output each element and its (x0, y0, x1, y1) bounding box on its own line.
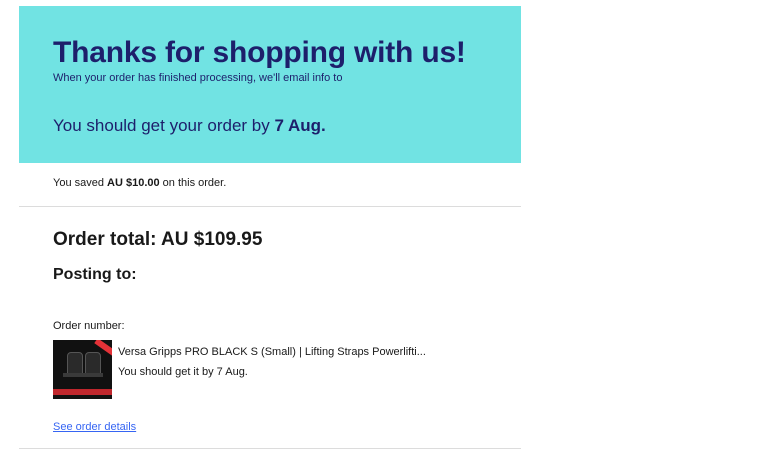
item-title[interactable]: Versa Gripps PRO BLACK S (Small) | Lifti… (118, 346, 426, 358)
savings-prefix: You saved (53, 177, 108, 189)
item-delivery-estimate: You should get it by 7 Aug. (118, 366, 248, 378)
order-total: Order total: AU $109.95 (53, 229, 263, 250)
banner-subtitle: When your order has finished processing,… (53, 72, 343, 84)
savings-suffix: on this order. (159, 177, 227, 189)
confirmation-banner: Thanks for shopping with us! When your o… (19, 6, 521, 163)
product-thumbnail[interactable] (53, 340, 112, 399)
savings-message: You saved AU $10.00 on this order. (53, 177, 226, 189)
order-number-label: Order number: (53, 320, 125, 332)
section-divider (19, 206, 521, 207)
see-order-details-link[interactable]: See order details (53, 421, 136, 433)
posting-to-label: Posting to: (53, 266, 137, 283)
delivery-estimate: You should get your order by 7 Aug. (53, 116, 326, 136)
section-divider (19, 448, 521, 449)
order-confirmation-page: Thanks for shopping with us! When your o… (0, 0, 773, 475)
delivery-date: 7 Aug. (274, 116, 326, 135)
banner-title: Thanks for shopping with us! (53, 36, 466, 69)
savings-amount: AU $10.00 (107, 177, 160, 189)
strap-icon (63, 373, 103, 377)
brand-banner-icon (53, 389, 112, 395)
delivery-prefix: You should get your order by (53, 116, 275, 135)
